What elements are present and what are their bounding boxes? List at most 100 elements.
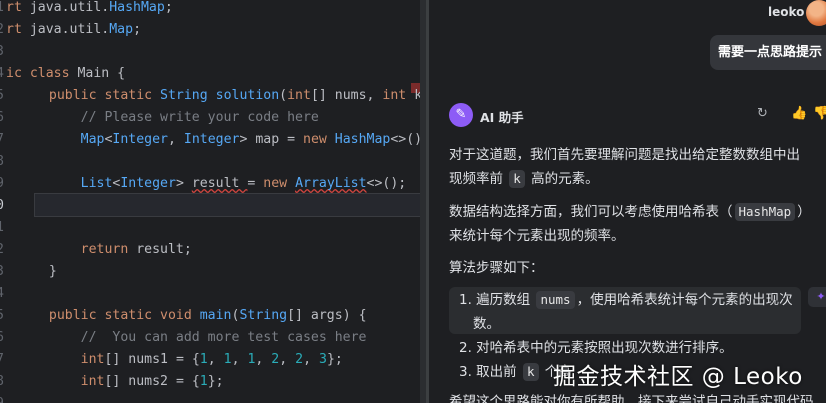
code-token: [] xyxy=(104,352,129,367)
line-number: 2 xyxy=(0,239,8,261)
code-line[interactable]: 2 return result; xyxy=(0,239,420,261)
inline-code-k-2: k xyxy=(522,363,539,381)
code-token: int xyxy=(33,352,105,367)
code-token: , xyxy=(207,352,224,367)
step1-text-b: ，使用哈希表统计每个元素的出现次 xyxy=(576,292,793,308)
code-token: rt xyxy=(6,0,30,15)
code-token: = { xyxy=(175,352,200,367)
code-token: > xyxy=(239,132,256,147)
code-line[interactable]: 8 int[] nums2 = {1}; xyxy=(0,371,420,393)
code-line[interactable]: 6 // You can add more test cases here xyxy=(0,327,420,349)
code-line[interactable]: 1rt java.util.HashMap; xyxy=(0,0,420,19)
code-token: rt xyxy=(6,22,30,37)
step-1-continued: 数。 xyxy=(473,316,500,332)
line-number: 9 xyxy=(0,393,8,403)
step3-text-a: 3. 取出前 xyxy=(459,364,521,380)
code-text: Map<Integer, Integer> map = new HashMap<… xyxy=(33,129,420,151)
code-token: , xyxy=(168,132,184,147)
code-token: [] xyxy=(310,88,335,103)
line-number: 9 xyxy=(0,173,8,195)
code-token: 1 xyxy=(199,352,208,367)
line-number: 3 xyxy=(0,41,8,63)
line-number: 6 xyxy=(0,107,8,129)
code-line[interactable]: 7 int[] nums1 = {1, 1, 1, 2, 2, 3}; xyxy=(0,349,420,371)
code-token: , xyxy=(303,352,319,367)
line-number: 5 xyxy=(0,305,8,327)
like-icon[interactable]: 👍 xyxy=(791,106,807,121)
code-line[interactable]: 3 } xyxy=(0,261,420,283)
code-text: public static String solution(int[] nums… xyxy=(33,85,420,107)
code-text: // Please write your code here xyxy=(33,107,319,129)
code-token: // Please write your code here xyxy=(33,110,319,125)
code-token: Integer xyxy=(183,132,240,147)
code-token: [] xyxy=(287,308,311,323)
code-text: return result; xyxy=(33,239,192,261)
code-token: java.util. xyxy=(29,0,110,15)
code-token: args xyxy=(310,308,343,323)
code-token: List xyxy=(33,176,113,191)
code-line[interactable]: 9 xyxy=(0,393,420,403)
code-token: public static void xyxy=(33,308,200,323)
code-token: nums xyxy=(334,88,367,103)
code-line[interactable]: 5 public static void main(String[] args)… xyxy=(0,305,420,327)
code-token: [] xyxy=(104,374,129,389)
inline-code-nums: nums xyxy=(536,291,575,309)
ai-action-button[interactable]: ✦ xyxy=(808,287,826,307)
code-token: = xyxy=(247,176,264,191)
line-number: 0 xyxy=(0,195,8,217)
code-text: rt java.util.HashMap; xyxy=(6,0,173,19)
line-number: 8 xyxy=(0,371,8,393)
code-token: int xyxy=(382,88,415,103)
code-token: ArrayList xyxy=(295,176,367,191)
code-token: <>(); xyxy=(366,176,407,191)
code-line[interactable]: 1 xyxy=(0,217,420,239)
dislike-icon[interactable]: 👎 xyxy=(813,106,826,121)
refresh-icon[interactable]: ↻ xyxy=(757,106,768,121)
code-token: main xyxy=(199,308,232,323)
code-text: } xyxy=(33,261,57,283)
code-line[interactable]: 6 // Please write your code here xyxy=(0,107,420,129)
code-token: ; xyxy=(164,0,173,15)
code-token: ic class xyxy=(6,66,78,81)
code-token: map xyxy=(255,132,288,147)
code-token: new xyxy=(263,176,296,191)
code-token: , xyxy=(366,88,383,103)
code-line[interactable]: 3 xyxy=(0,41,420,63)
code-token: Integer xyxy=(120,176,176,191)
code-line[interactable]: 2rt java.util.Map; xyxy=(0,19,420,41)
code-token: <>(); xyxy=(390,132,420,147)
code-token: HashMap xyxy=(109,0,165,15)
code-token: Integer xyxy=(112,132,168,147)
code-token: ) { xyxy=(342,308,367,323)
code-token: = xyxy=(287,132,304,147)
code-token: public static xyxy=(33,88,161,103)
ai-assistant-icon: ✎ xyxy=(449,103,473,127)
line-number: 1 xyxy=(0,217,8,239)
step-1: 1. 遍历数组 nums ，使用哈希表统计每个元素的出现次 xyxy=(459,288,801,312)
code-line[interactable]: 4 xyxy=(0,283,420,305)
ds-text-1: 数据结构选择方面，我们可以考虑使用哈希表（ xyxy=(449,204,733,220)
code-token: 1 xyxy=(199,374,208,389)
avatar[interactable] xyxy=(806,0,826,26)
code-token: }; xyxy=(207,374,224,389)
code-line[interactable]: 8 xyxy=(0,151,420,173)
code-text: int[] nums1 = {1, 1, 1, 2, 2, 3}; xyxy=(33,349,343,371)
code-token: ( xyxy=(279,88,288,103)
line-number: 3 xyxy=(0,261,8,283)
code-line[interactable]: 5 public static String solution(int[] nu… xyxy=(0,85,420,107)
code-text: int[] nums2 = {1}; xyxy=(33,371,224,393)
code-token: return xyxy=(33,242,137,257)
code-line[interactable]: 4ic class Main { xyxy=(0,63,420,85)
code-line[interactable]: 9 List<Integer> result = new ArrayList<>… xyxy=(0,173,420,195)
data-structure-paragraph: 数据结构选择方面，我们可以考虑使用哈希表（ HashMap ）来统计每个元素出现的频… xyxy=(449,200,809,248)
code-token: java.util. xyxy=(29,22,110,37)
code-token: Map xyxy=(109,22,134,37)
code-token: { xyxy=(117,66,126,81)
code-line[interactable]: 7 Map<Integer, Integer> map = new HashMa… xyxy=(0,129,420,151)
code-editor[interactable]: 1rt java.util.HashMap;2rt java.util.Map;… xyxy=(0,0,420,403)
code-text: rt java.util.Map; xyxy=(6,19,141,41)
code-line[interactable]: 0 xyxy=(0,195,420,217)
line-number: 4 xyxy=(0,283,8,305)
code-token: // You can add more test cases here xyxy=(33,330,367,345)
code-token: , xyxy=(231,352,248,367)
